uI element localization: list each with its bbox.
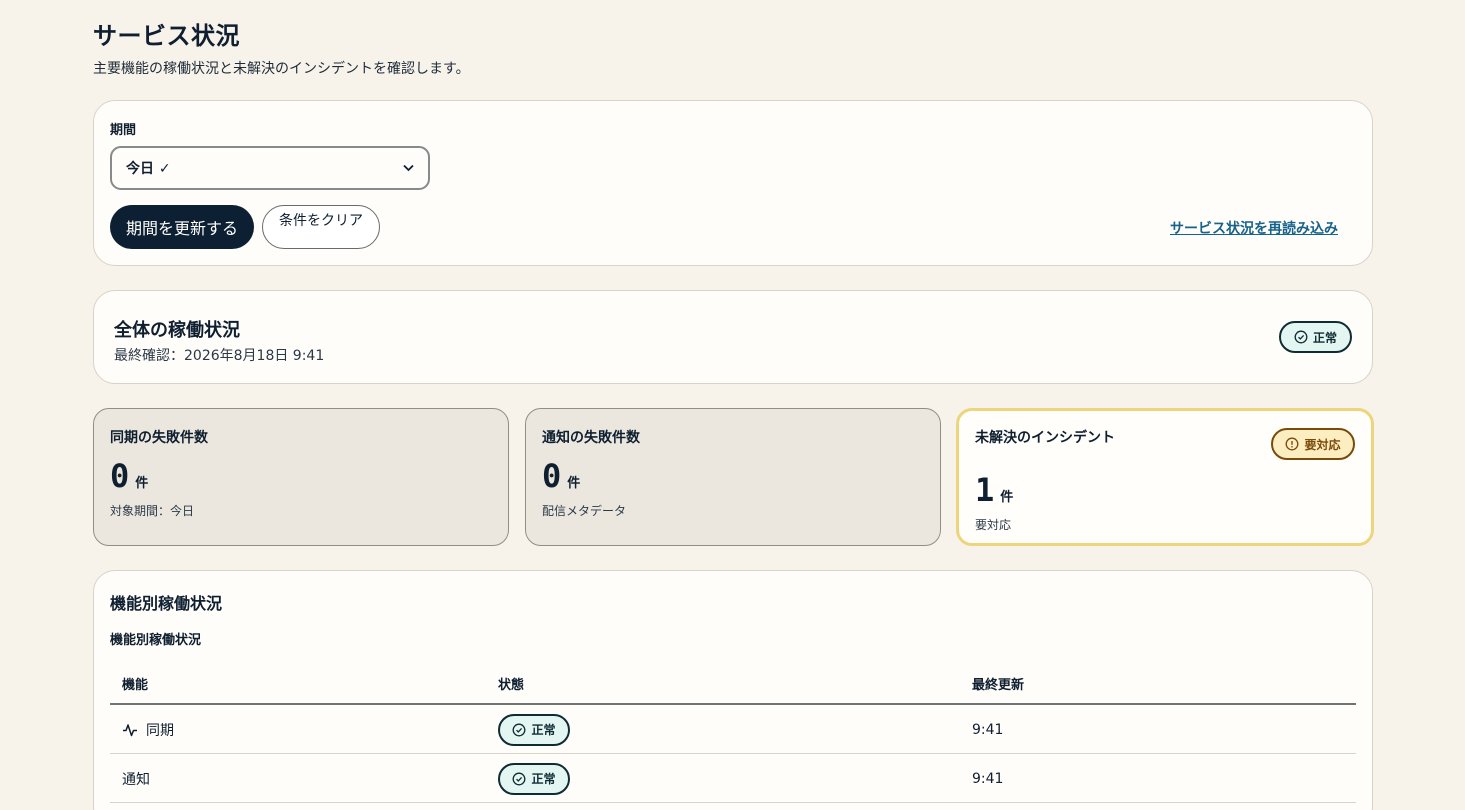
clear-filters-button[interactable]: 条件をクリア [262,205,380,249]
function-name-cell: 同期 [122,705,174,754]
table-row: 同期 正常 9:41 [110,705,1356,754]
status-badge-label: 正常 [531,723,556,737]
activity-icon [123,723,137,736]
stat-value: 1 件 [975,471,1013,509]
sync-failures-card: 同期の失敗件数 0 件 対象期間：今日 [93,408,509,546]
status-badge-label: 正常 [1312,330,1337,345]
overall-status-card: 全体の稼働状況 最終確認：2026年8月18日 9:41 正常 [93,290,1373,384]
table-header: 機能 状態 最終更新 [110,659,1356,705]
last-checked-text: 最終確認：2026年8月18日 9:41 [114,348,325,364]
stat-number: 0 [542,457,562,495]
update-period-button[interactable]: 期間を更新する [110,205,254,249]
column-header-updated: 最終更新 [972,678,1025,693]
stat-subtext: 対象期間：今日 [110,504,195,518]
function-status-title: 機能別稼働状況 [110,594,223,613]
action-required-badge: 要対応 [1271,428,1355,460]
function-status-table: 機能 状態 最終更新 同期 正常 9:41 通知 正常 9:41 [110,659,1356,803]
period-filter-card: 期間 今日 ✓ 期間を更新する 条件をクリア サービス状況を再読み込み [93,100,1373,266]
page-description: 主要機能の稼働状況と未解決のインシデントを確認します。 [93,61,470,77]
table-row: 通知 正常 9:41 [110,754,1356,803]
function-name: 同期 [146,722,174,739]
stat-number: 1 [975,471,995,509]
function-status-cell: 正常 [498,754,570,803]
status-badge: 正常 [498,713,570,746]
stat-unit: 件 [135,476,149,491]
status-badge-label: 正常 [531,772,556,786]
function-name-cell: 通知 [122,754,150,803]
last-updated-cell: 9:41 [972,770,1004,787]
alert-circle-icon [1286,437,1299,451]
period-select-value: 今日 ✓ [126,161,171,177]
last-updated-cell: 9:41 [972,721,1004,738]
check-circle-icon [513,723,526,736]
period-label: 期間 [110,123,137,138]
chevron-down-icon [403,164,414,172]
column-header-function: 機能 [122,678,149,693]
column-header-status: 状態 [498,678,525,693]
stat-unit: 件 [567,476,581,491]
function-status-card: 機能別稼働状況 機能別稼働状況 機能 状態 最終更新 同期 正常 9:41 通知… [93,570,1373,810]
stat-value: 0 件 [542,457,580,495]
status-badge: 正常 [498,762,570,795]
check-circle-icon [1294,330,1308,344]
stat-title: 同期の失敗件数 [110,430,208,446]
notification-failures-card: 通知の失敗件数 0 件 配信メタデータ [525,408,941,546]
stat-subtext: 配信メタデータ [542,504,627,518]
function-status-cell: 正常 [498,705,570,754]
stat-value: 0 件 [110,457,148,495]
function-name: 通知 [122,771,150,788]
stat-title: 未解決のインシデント [975,430,1115,446]
status-badge: 正常 [1279,321,1352,353]
stat-subtext: 要対応 [975,518,1012,532]
reload-status-link[interactable]: サービス状況を再読み込み [1170,218,1338,238]
action-required-label: 要対応 [1304,437,1341,452]
table-caption: 機能別稼働状況 [110,633,202,648]
stat-number: 0 [110,457,130,495]
stat-unit: 件 [1000,490,1014,505]
open-incidents-card: 未解決のインシデント 要対応 1 件 要対応 [956,408,1374,546]
period-select[interactable]: 今日 ✓ [110,146,430,190]
page-title: サービス状況 [93,22,240,50]
overall-status-title: 全体の稼働状況 [114,320,240,341]
stat-title: 通知の失敗件数 [542,430,640,446]
check-circle-icon [513,772,526,785]
